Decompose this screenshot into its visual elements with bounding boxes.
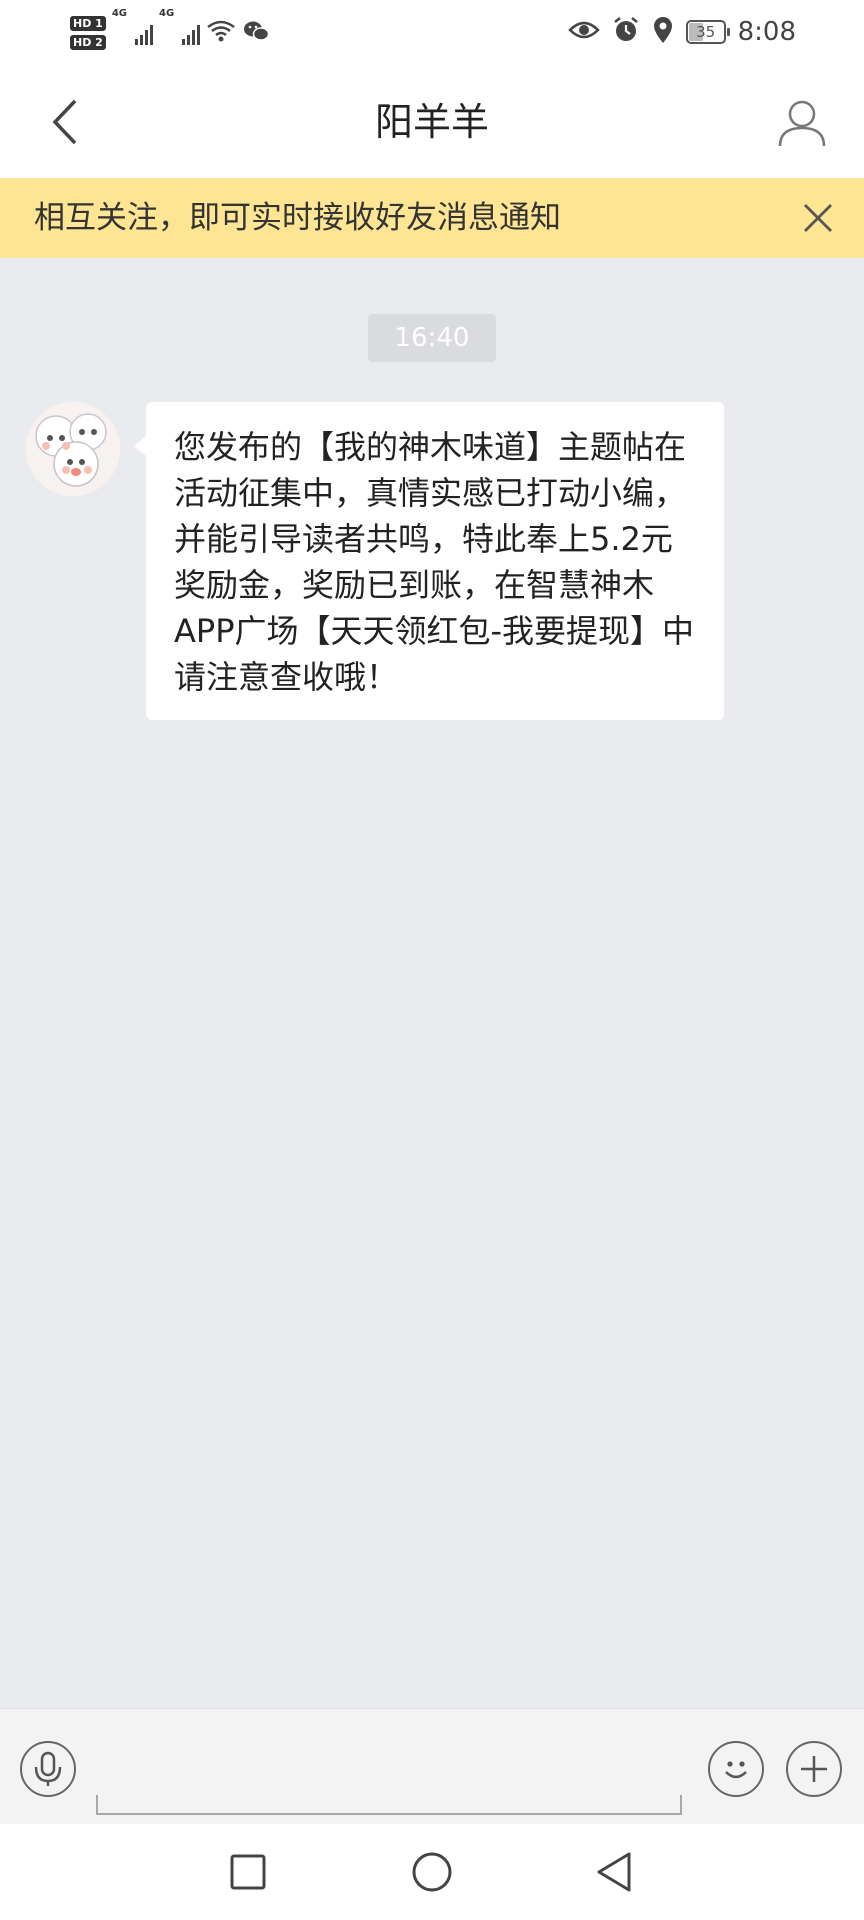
more-button[interactable] [786, 1741, 842, 1797]
status-time: 8:08 [737, 17, 796, 47]
sim2-badge: HD 2 [70, 35, 106, 50]
network2-label: 4G [159, 8, 175, 19]
avatar[interactable] [26, 402, 120, 496]
user-icon [778, 100, 826, 147]
plus-icon [801, 1756, 827, 1782]
alarm-icon [612, 16, 640, 48]
eye-icon [567, 19, 600, 45]
circle-icon [412, 1852, 452, 1892]
system-navigation-bar [0, 1824, 864, 1920]
page-title: 阳羊羊 [374, 100, 489, 144]
sheep-avatar-image [26, 402, 120, 496]
home-button[interactable] [408, 1848, 456, 1896]
sim-badges: HD 1 HD 2 [70, 16, 106, 50]
message-bubble[interactable]: 您发布的【我的神木味道】主题帖在活动征集中，真情实感已打动小编，并能引导读者共鸣… [134, 402, 724, 720]
recent-apps-button[interactable] [224, 1848, 272, 1896]
back-nav-button[interactable] [590, 1848, 638, 1896]
network1-label: 4G [111, 8, 127, 19]
message-input[interactable] [96, 1729, 682, 1815]
location-icon [652, 16, 674, 48]
notice-close-button[interactable] [792, 192, 844, 244]
message-timestamp: 16:40 [368, 314, 496, 362]
profile-button[interactable] [770, 90, 834, 154]
wechat-icon [242, 19, 270, 47]
input-bar [0, 1708, 864, 1824]
signal1-icon [135, 21, 153, 45]
emoji-icon [725, 1761, 747, 1779]
status-right-group: 35 8:08 [567, 10, 796, 54]
input-right-tick [680, 1795, 682, 1815]
emoji-button[interactable] [708, 1741, 764, 1797]
square-icon [230, 1854, 266, 1890]
voice-button[interactable] [20, 1741, 76, 1797]
status-left-group: HD 1 HD 2 4G 4G [70, 8, 270, 58]
wifi-icon [206, 19, 236, 47]
battery-icon: 35 [685, 20, 730, 44]
close-icon [804, 204, 832, 232]
status-bar: HD 1 HD 2 4G 4G 35 8:08 [0, 0, 864, 66]
chat-header: 阳羊羊 [0, 66, 864, 178]
follow-notice-banner: 相互关注，即可实时接收好友消息通知 [0, 178, 864, 258]
notice-text: 相互关注，即可实时接收好友消息通知 [34, 200, 561, 236]
input-left-tick [96, 1795, 98, 1815]
signal2-icon [182, 21, 201, 45]
microphone-icon [34, 1751, 62, 1786]
triangle-back-icon [597, 1852, 631, 1892]
sim1-badge: HD 1 [70, 16, 106, 31]
